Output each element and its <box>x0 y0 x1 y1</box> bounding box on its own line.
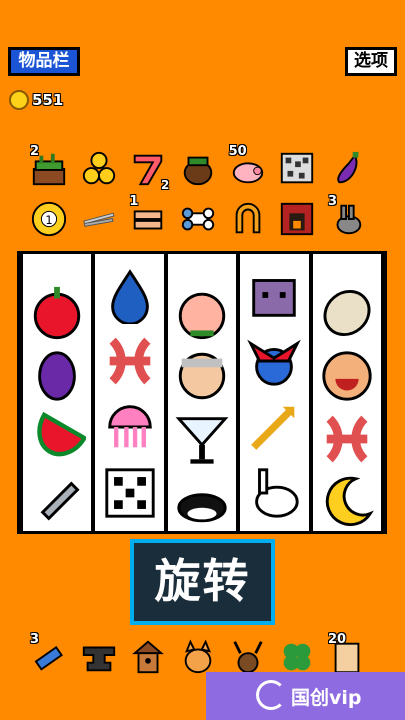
laughing-face-icon <box>316 347 378 406</box>
bunny-icon <box>243 462 305 524</box>
peach-icon <box>171 284 233 343</box>
arrow-icon <box>243 396 305 458</box>
coin-balance: 551 <box>9 89 63 111</box>
apple-icon <box>26 284 88 343</box>
static-tv-icon[interactable] <box>276 148 318 190</box>
grandma-icon <box>171 347 233 406</box>
spin-button[interactable]: 旋转 <box>130 539 275 625</box>
watermark-text: 国创vip <box>291 686 362 709</box>
reel-5 <box>312 254 382 531</box>
watermark: 国创vip <box>206 672 405 720</box>
coin-icon <box>9 90 29 110</box>
jellyfish-icon <box>99 396 161 458</box>
reel-4 <box>240 254 309 531</box>
billiard-ball-number: 1 <box>45 213 52 227</box>
chopsticks-icon[interactable] <box>78 198 120 240</box>
birdhouse-icon[interactable] <box>127 636 169 678</box>
moon-icon <box>316 472 378 531</box>
coin-count: 551 <box>32 91 64 109</box>
items-row-1: 2 2 50 <box>28 144 368 192</box>
pisces-icon <box>316 410 378 469</box>
reel-1 <box>23 254 92 531</box>
rabbit-icon[interactable]: 3 <box>326 194 368 240</box>
bone-icon[interactable] <box>177 198 219 240</box>
eggplant-icon[interactable] <box>326 148 368 190</box>
billiard-ball-icon[interactable]: 1 <box>28 198 70 240</box>
dice-icon <box>99 462 161 524</box>
anvil-icon[interactable] <box>78 636 120 678</box>
flashlight-icon[interactable]: 3 <box>28 632 70 678</box>
pig-icon[interactable]: 50 <box>227 144 269 190</box>
planter-icon[interactable]: 2 <box>28 144 70 190</box>
rat-icon <box>243 264 305 326</box>
watermark-logo-icon <box>256 680 286 710</box>
reel-2 <box>95 254 164 531</box>
watermelon-icon <box>26 410 88 469</box>
horseshoe-icon[interactable] <box>227 198 269 240</box>
options-button[interactable]: 选项 <box>345 47 397 76</box>
reel-3 <box>167 254 237 531</box>
grape-icon <box>26 347 88 406</box>
coin-stack-icon[interactable] <box>78 148 120 190</box>
basket-icon[interactable] <box>177 148 219 190</box>
inventory-button[interactable]: 物品栏 <box>8 47 80 76</box>
sword-icon <box>26 472 88 531</box>
coconut-icon <box>316 284 378 343</box>
pisces-icon <box>99 330 161 392</box>
drop-icon <box>99 264 161 326</box>
lucky-seven-icon[interactable]: 2 <box>127 148 169 192</box>
slot-machine <box>17 251 387 534</box>
martini-icon <box>171 410 233 469</box>
fireplace-icon[interactable] <box>276 198 318 240</box>
jester-icon <box>243 330 305 392</box>
bandage-icon[interactable]: 1 <box>127 194 169 240</box>
items-row-2: 1 1 3 <box>28 194 368 242</box>
orca-icon <box>171 472 233 531</box>
